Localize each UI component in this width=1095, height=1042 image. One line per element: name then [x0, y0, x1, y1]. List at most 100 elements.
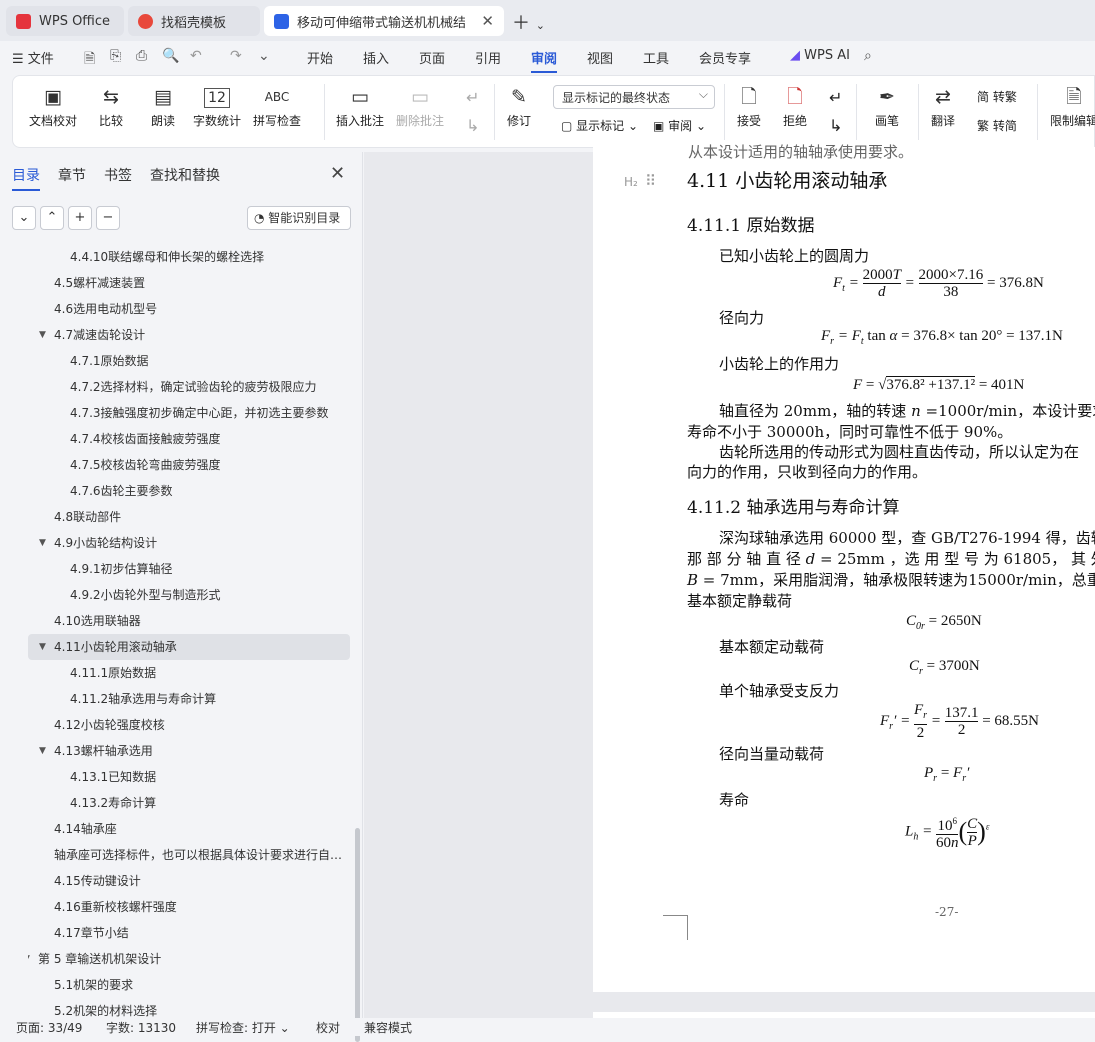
file-menu[interactable]: ☰ 文件 — [12, 48, 54, 67]
compare-button[interactable]: ⇆ 比较 — [99, 84, 123, 129]
toc-item[interactable]: 4.15传动键设计 — [28, 868, 350, 894]
toc-item-label: 4.7.4校核齿面接触疲劳强度 — [70, 432, 221, 446]
close-pane-icon[interactable]: ✕ — [330, 163, 345, 184]
toc-item[interactable]: ▼ 第 5 章输送机机架设计 — [28, 946, 350, 972]
restrict-edit-button[interactable]: 🗎 限制编辑 — [1050, 84, 1095, 129]
spell-check-icon: ABC — [264, 90, 290, 104]
toc-scrollbar[interactable] — [355, 828, 360, 1042]
toc-item[interactable]: ▼ 4.11小齿轮用滚动轴承 — [28, 634, 350, 660]
redo-icon[interactable]: ↷ — [230, 48, 242, 64]
read-aloud-button[interactable]: ▤ 朗读 — [151, 84, 175, 129]
toc-item[interactable]: 5.1机架的要求 — [28, 972, 350, 998]
word-count-button[interactable]: 12 字数统计 — [193, 84, 241, 129]
add-heading-button[interactable]: + — [68, 206, 92, 230]
insert-comment-button[interactable]: ▭ 插入批注 — [336, 84, 384, 129]
remove-heading-button[interactable]: − — [96, 206, 120, 230]
toc-item[interactable]: 4.7.4校核齿面接触疲劳强度 — [28, 426, 350, 452]
toc-item[interactable]: 4.13.1已知数据 — [28, 764, 350, 790]
toc-item[interactable]: 4.9.1初步估算轴径 — [28, 556, 350, 582]
toc-item[interactable]: 4.11.1原始数据 — [28, 660, 350, 686]
menu-page[interactable]: 页面 — [419, 48, 445, 67]
toc-item[interactable]: 4.7.3接触强度初步确定中心距，并初选主要参数 — [28, 400, 350, 426]
proofread-button[interactable]: ▣ 文档校对 — [29, 84, 77, 129]
toc-item[interactable]: 4.5螺杆减速装置 — [28, 270, 350, 296]
delete-comment-button[interactable]: ▭ 删除批注 — [396, 84, 444, 129]
to-simplified-button[interactable]: 繁 转简 — [977, 117, 1017, 134]
toc-item[interactable]: 4.7.6齿轮主要参数 — [28, 478, 350, 504]
toc-item[interactable]: 4.10选用联轴器 — [28, 608, 350, 634]
print-icon[interactable]: ⎙ — [136, 48, 147, 64]
toc-item[interactable]: ▼ 4.9小齿轮结构设计 — [28, 530, 350, 556]
toc-item[interactable]: 轴承座可选择标件，也可以根据具体设计要求进行自行设计 — [28, 842, 350, 868]
toc-item-label: 4.7减速齿轮设计 — [54, 328, 146, 342]
toc-item[interactable]: 4.11.2轴承选用与寿命计算 — [28, 686, 350, 712]
expand-arrow-icon[interactable]: ▼ — [39, 634, 46, 660]
smart-toc-button[interactable]: ◔ 智能识别目录 — [247, 206, 351, 230]
menu-review[interactable]: 审阅 — [531, 48, 558, 73]
proofread-indicator[interactable]: 校对 — [316, 1019, 340, 1036]
print-preview-icon[interactable]: 🔍 — [162, 48, 179, 64]
expand-arrow-icon[interactable]: ▼ — [39, 322, 46, 348]
expand-arrow-icon[interactable]: ▼ — [28, 946, 30, 972]
tab-find-replace[interactable]: 查找和替换 — [150, 165, 220, 185]
toc-item[interactable]: 4.16重新校核螺杆强度 — [28, 894, 350, 920]
menu-reference[interactable]: 引用 — [475, 48, 501, 67]
pen-button[interactable]: ✒ 画笔 — [875, 84, 899, 129]
next-comment-icon[interactable]: ↳ — [466, 116, 479, 135]
tab-wps-office[interactable]: WPS Office — [6, 6, 124, 36]
menu-member[interactable]: 会员专享 — [699, 48, 751, 67]
toc-item[interactable]: 4.6选用电动机型号 — [28, 296, 350, 322]
spell-check-indicator[interactable]: 拼写检查: 打开 ⌄ — [196, 1019, 290, 1036]
toc-item[interactable]: 4.17章节小结 — [28, 920, 350, 946]
toc-item[interactable]: 4.7.5校核齿轮弯曲疲劳强度 — [28, 452, 350, 478]
toc-item[interactable]: 4.4.10联结螺母和伸长架的螺栓选择 — [28, 244, 350, 270]
collapse-up-button[interactable]: ⌃ — [40, 206, 64, 230]
toc-item[interactable]: 4.8联动部件 — [28, 504, 350, 530]
toc-item[interactable]: 4.13.2寿命计算 — [28, 790, 350, 816]
tab-template[interactable]: 找稻壳模板 — [128, 6, 260, 36]
expand-arrow-icon[interactable]: ▼ — [39, 530, 46, 556]
reject-button[interactable]: 🗋 拒绝 — [783, 84, 807, 129]
toc-item[interactable]: ▼ 4.13螺杆轴承选用 — [28, 738, 350, 764]
new-tab-button[interactable]: ＋ ⌄ — [512, 9, 545, 35]
toc-item-label: 4.8联动部件 — [54, 510, 122, 524]
menu-view[interactable]: 视图 — [587, 48, 613, 67]
spell-check-button[interactable]: ABC 拼写检查 — [253, 84, 301, 129]
wps-ai-menu[interactable]: ◢ WPS AI — [790, 48, 850, 63]
expand-down-button[interactable]: ⌄ — [12, 206, 36, 230]
accept-button[interactable]: 🗋 接受 — [737, 84, 761, 129]
menu-insert[interactable]: 插入 — [363, 48, 389, 67]
toc-item[interactable]: 4.12小齿轮强度校核 — [28, 712, 350, 738]
expand-arrow-icon[interactable]: ▼ — [39, 738, 46, 764]
to-traditional-button[interactable]: 简 转繁 — [977, 88, 1017, 105]
tab-bookmarks[interactable]: 书签 — [104, 165, 132, 185]
translate-button[interactable]: ⇄ 翻译 — [931, 84, 955, 129]
next-change-icon[interactable]: ↳ — [829, 116, 842, 135]
toc-item[interactable]: 4.7.2选择材料，确定试验齿轮的疲劳极限应力 — [28, 374, 350, 400]
toc-item[interactable]: 4.7.1原始数据 — [28, 348, 350, 374]
save-icon[interactable]: 🗎 — [84, 48, 95, 72]
review-pane-button[interactable]: ▣ 审阅 ⌄ — [653, 117, 706, 134]
markup-mode-select[interactable]: 显示标记的最终状态 — [553, 85, 715, 109]
toc-item[interactable]: 4.9.2小齿轮外型与制造形式 — [28, 582, 350, 608]
undo-icon[interactable]: ↶ — [190, 48, 202, 64]
prev-comment-icon[interactable]: ↵ — [466, 88, 479, 107]
prev-change-icon[interactable]: ↵ — [829, 88, 842, 107]
tab-document[interactable]: 移动可伸缩带式输送机机械结构 ✕ — [264, 6, 504, 36]
close-tab-icon[interactable]: ✕ — [481, 12, 494, 30]
tab-sections[interactable]: 章节 — [58, 165, 86, 185]
tab-toc[interactable]: 目录 — [12, 165, 40, 191]
drag-handle-icon[interactable]: ⠿ — [645, 172, 656, 190]
track-changes-button[interactable]: ✎ 修订 — [507, 84, 531, 129]
word-count-indicator[interactable]: 字数: 13130 — [106, 1019, 176, 1036]
search-icon[interactable]: ⌕ — [864, 48, 872, 64]
toc-item[interactable]: ▼ 4.7减速齿轮设计 — [28, 322, 350, 348]
show-markup-button[interactable]: ▢ 显示标记 ⌄ — [561, 117, 638, 134]
toc-item[interactable]: 4.14轴承座 — [28, 816, 350, 842]
show-markup-icon: ▢ — [561, 119, 577, 133]
more-dropdown-icon[interactable]: ⌄ — [258, 48, 270, 64]
export-icon[interactable]: ⎘ — [110, 48, 121, 64]
menu-start[interactable]: 开始 — [307, 48, 333, 67]
page-indicator[interactable]: 页面: 33/49 — [16, 1019, 82, 1036]
menu-tools[interactable]: 工具 — [643, 48, 669, 67]
